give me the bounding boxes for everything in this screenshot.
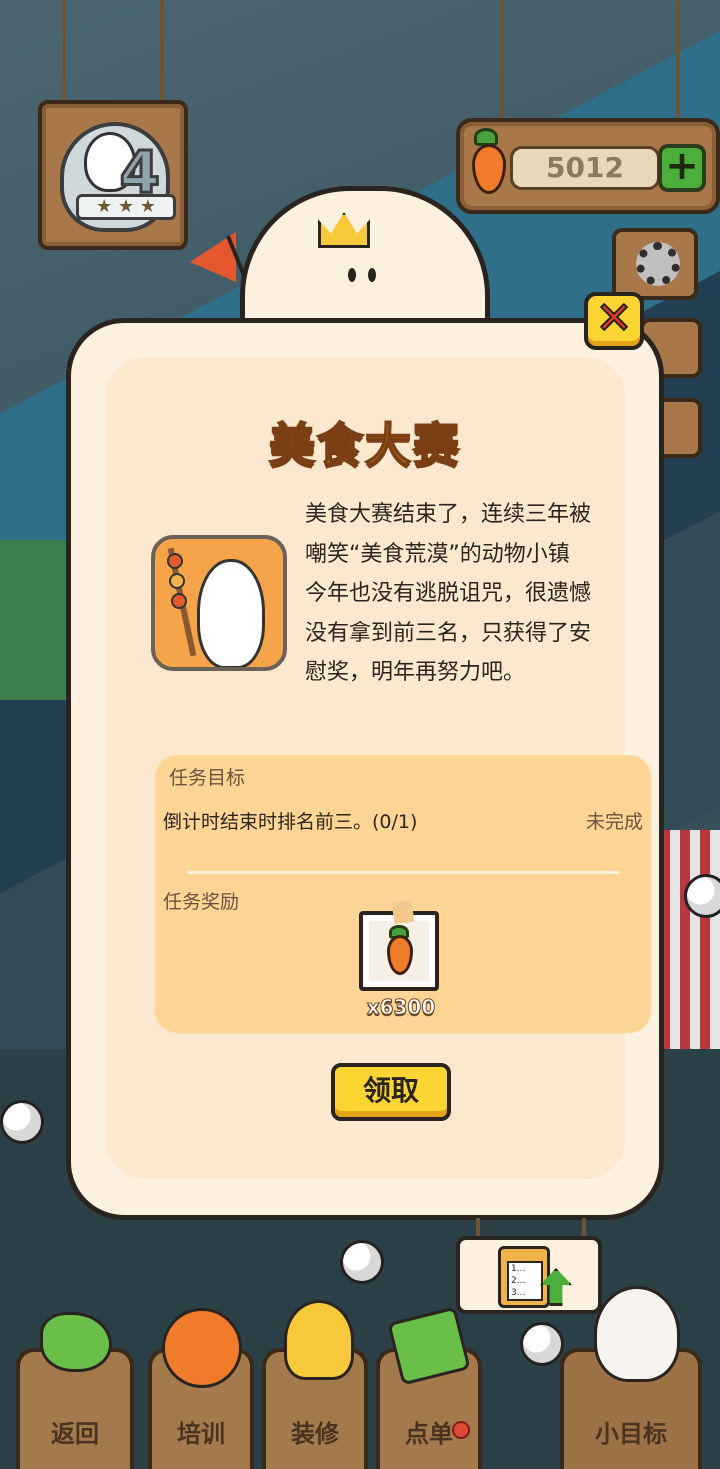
gear-icon bbox=[636, 242, 680, 286]
bunny-icon bbox=[594, 1286, 680, 1382]
soccer-ball-icon bbox=[0, 1100, 44, 1144]
level-badge: 4 ★ ★ ★ bbox=[60, 122, 176, 232]
task-status: 未完成 bbox=[585, 811, 643, 833]
nav-train[interactable]: 培训 bbox=[148, 1308, 254, 1469]
story-line: 嘲笑“美食荒漠”的动物小镇 bbox=[305, 541, 570, 567]
bunny-portrait bbox=[151, 535, 287, 671]
nav-label: 培训 bbox=[177, 1420, 225, 1448]
story-line: 没有拿到前三名，只获得了安 bbox=[305, 620, 592, 646]
claim-button[interactable]: 领取 bbox=[331, 1063, 451, 1121]
bunny-eye bbox=[368, 268, 376, 282]
rope bbox=[500, 0, 504, 122]
event-result-dialog: 美食大赛 美食大赛结束了，连续三年被 嘲笑“美食荒漠”的动物小镇 今年也没有逃脱… bbox=[66, 318, 664, 1220]
bunny-face bbox=[322, 254, 402, 302]
task-reward-label: 任务奖励 bbox=[163, 891, 240, 913]
carrot-icon bbox=[387, 935, 413, 975]
builder-icon bbox=[284, 1300, 354, 1380]
nav-decorate[interactable]: 装修 bbox=[262, 1300, 368, 1469]
reward-quantity: x6300 bbox=[366, 995, 436, 1020]
nav-label: 返回 bbox=[51, 1420, 99, 1448]
dialog-title: 美食大赛 bbox=[268, 417, 461, 473]
goal-board-button[interactable]: 1... 2... 3... bbox=[456, 1236, 602, 1314]
task-goal-label: 任务目标 bbox=[169, 767, 246, 789]
currency-sign: 5012 + bbox=[456, 118, 720, 214]
clipboard-line: 2... bbox=[511, 1276, 526, 1286]
rope bbox=[62, 0, 66, 104]
carrot-trainer-icon bbox=[162, 1308, 242, 1388]
story-line: 慰奖，明年再努力吧。 bbox=[305, 660, 526, 685]
close-button[interactable]: ✕ bbox=[584, 292, 644, 350]
story-line: 美食大赛结束了，连续三年被 bbox=[305, 502, 592, 527]
rope bbox=[676, 0, 680, 122]
skewer-food bbox=[167, 553, 183, 569]
clipboard-upgrade-icon: 1... 2... 3... bbox=[498, 1246, 550, 1308]
nav-label: 装修 bbox=[291, 1420, 339, 1448]
close-icon: ✕ bbox=[595, 293, 634, 344]
nav-back[interactable]: 返回 bbox=[16, 1312, 134, 1469]
story-text: 美食大赛结束了，连续三年被 嘲笑“美食荒漠”的动物小镇 今年也没有逃脱诅咒，很遗… bbox=[305, 495, 651, 693]
nav-goals[interactable]: 小目标 bbox=[560, 1286, 702, 1469]
level-stars: ★ ★ ★ bbox=[76, 194, 176, 220]
nav-label: 小目标 bbox=[595, 1420, 667, 1448]
task-row: 倒计时结束时排名前三。(0/1) 未完成 bbox=[163, 807, 643, 837]
dialog-inner-panel: 美食大赛 美食大赛结束了，连续三年被 嘲笑“美食荒漠”的动物小镇 今年也没有逃脱… bbox=[105, 357, 651, 1179]
tape bbox=[391, 899, 415, 925]
notification-dot bbox=[452, 1421, 470, 1439]
level-sign[interactable]: 4 ★ ★ ★ bbox=[38, 100, 188, 250]
add-currency-button[interactable]: + bbox=[658, 144, 706, 192]
divider bbox=[187, 871, 619, 874]
story-line: 今年也没有逃脱诅咒，很遗憾 bbox=[305, 581, 592, 606]
clipboard-lines: 1... 2... 3... bbox=[507, 1261, 543, 1301]
settings-button[interactable] bbox=[612, 228, 698, 300]
clipboard-line: 3... bbox=[511, 1288, 526, 1298]
carrot-icon bbox=[472, 144, 506, 194]
bunny-eye bbox=[348, 268, 356, 282]
currency-value: 5012 bbox=[546, 151, 624, 184]
currency-box: 5012 bbox=[510, 146, 660, 190]
bunny-icon bbox=[197, 559, 265, 667]
soccer-ball-icon bbox=[340, 1240, 384, 1284]
skewer-food bbox=[169, 573, 185, 589]
task-panel: 任务目标 倒计时结束时排名前三。(0/1) 未完成 任务奖励 x6300 bbox=[155, 755, 651, 1033]
rope bbox=[160, 0, 164, 104]
task-description: 倒计时结束时排名前三。(0/1) bbox=[163, 811, 418, 833]
nav-order[interactable]: 点单 bbox=[376, 1306, 482, 1469]
soccer-ball-icon bbox=[520, 1322, 564, 1366]
soccer-ball-icon bbox=[684, 874, 720, 918]
skewer-food bbox=[171, 593, 187, 609]
reward-card-inner bbox=[369, 921, 429, 981]
clipboard-line: 1... bbox=[511, 1264, 526, 1274]
reward-card bbox=[359, 899, 439, 991]
